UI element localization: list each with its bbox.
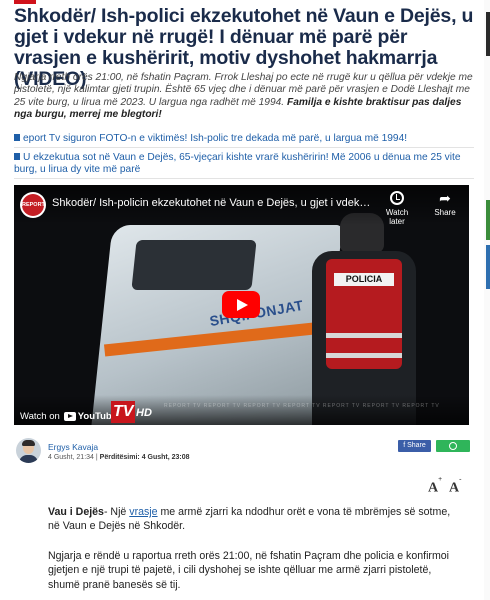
watch-later-label: Watch later bbox=[385, 208, 409, 226]
logo-tv: TV bbox=[111, 401, 136, 423]
body-paragraph: Ngjarja e rëndë u raportua rreth orës 21… bbox=[48, 550, 450, 591]
vest-stripe bbox=[326, 353, 402, 358]
youtube-play-icon bbox=[63, 411, 76, 421]
video-share-button[interactable]: ➦ Share bbox=[430, 191, 460, 217]
avatar-suit bbox=[19, 455, 38, 463]
watch-later-button[interactable]: Watch later bbox=[380, 191, 414, 226]
dateline: Vau i Dejës bbox=[48, 506, 104, 518]
side-ad-green bbox=[486, 200, 490, 240]
body-text: - Një bbox=[103, 506, 130, 518]
vest-stripe bbox=[326, 333, 402, 338]
font-increase-letter: A bbox=[428, 480, 439, 496]
side-ad-dark bbox=[486, 12, 490, 56]
share-arrow-icon: ➦ bbox=[439, 190, 451, 206]
channel-avatar[interactable]: REPORT TV bbox=[20, 192, 46, 218]
publish-date: 4 Gusht, 21:34 bbox=[48, 454, 94, 461]
divider bbox=[14, 147, 474, 148]
clock-icon bbox=[390, 191, 404, 205]
author-avatar[interactable] bbox=[16, 438, 41, 463]
logo-hd: HD bbox=[136, 407, 152, 419]
font-decrease-letter: A bbox=[449, 480, 460, 496]
category-marker bbox=[14, 0, 36, 4]
body-paragraph: Vau i Dejës- Një vrasje me armë zjarri k… bbox=[48, 505, 458, 534]
font-increase-sign: + bbox=[438, 475, 443, 483]
side-ad-blue bbox=[486, 245, 490, 289]
policia-badge: POLICIA bbox=[334, 273, 394, 286]
article-lead: Ngjarja rreth orës 21:00, në fshatin Paç… bbox=[14, 72, 474, 122]
article-dates: 4 Gusht, 21:34 | Përditësimi: 4 Gusht, 2… bbox=[48, 454, 190, 461]
author-name[interactable]: Ergys Kavaja bbox=[48, 442, 98, 452]
watch-on-label: Watch on bbox=[20, 410, 60, 422]
divider bbox=[14, 178, 474, 179]
related-link[interactable]: eport Tv siguron FOTO-n e viktimës! Ish-… bbox=[14, 133, 474, 145]
whatsapp-share-button[interactable] bbox=[436, 440, 470, 452]
tag-link[interactable]: vrasje bbox=[129, 506, 157, 518]
video-share-label: Share bbox=[434, 208, 456, 217]
video-watermark: REPORT TV REPORT TV REPORT TV REPORT TV … bbox=[164, 403, 440, 409]
bullet-square-icon bbox=[14, 134, 20, 141]
related-link-label: U ekzekutua sot në Vaun e Dejës, 65-vjeç… bbox=[14, 152, 461, 176]
font-increase-button[interactable]: A+ bbox=[428, 475, 442, 497]
related-link[interactable]: U ekzekutua sot në Vaun e Dejës, 65-vjeç… bbox=[14, 152, 474, 177]
avatar-hair bbox=[22, 440, 35, 446]
youtube-logo: YouTube bbox=[63, 411, 117, 422]
facebook-share-button[interactable]: f Share bbox=[398, 440, 431, 452]
channel-logo-overlay: TV HD bbox=[111, 401, 155, 423]
video-top-bar: REPORT TV Shkodër/ Ish-policin ekzekutoh… bbox=[14, 185, 469, 226]
date-separator: | bbox=[95, 454, 98, 461]
watch-on-youtube-button[interactable]: Watch on YouTube bbox=[20, 407, 117, 425]
bullet-square-icon bbox=[14, 153, 20, 160]
updated-label: Përditësimi: bbox=[99, 454, 140, 461]
font-decrease-sign: - bbox=[459, 475, 462, 483]
video-title[interactable]: Shkodër/ Ish-policin ekzekutohet në Vaun… bbox=[52, 197, 372, 209]
whatsapp-icon bbox=[449, 442, 457, 450]
channel-avatar-logo: REPORT TV bbox=[22, 194, 45, 216]
youtube-video-player[interactable]: SHQIPONJAT POLICIA REPORT TV Shkodër/ Is… bbox=[14, 185, 469, 425]
thumbnail-officer: POLICIA bbox=[304, 213, 424, 425]
play-button[interactable] bbox=[222, 291, 260, 318]
updated-date: 4 Gusht, 23:08 bbox=[141, 454, 190, 461]
font-decrease-button[interactable]: A- bbox=[449, 475, 461, 497]
thumbnail-van-window bbox=[131, 240, 257, 290]
related-link-label: eport Tv siguron FOTO-n e viktimës! Ish-… bbox=[23, 133, 408, 144]
page-edge bbox=[484, 0, 490, 600]
